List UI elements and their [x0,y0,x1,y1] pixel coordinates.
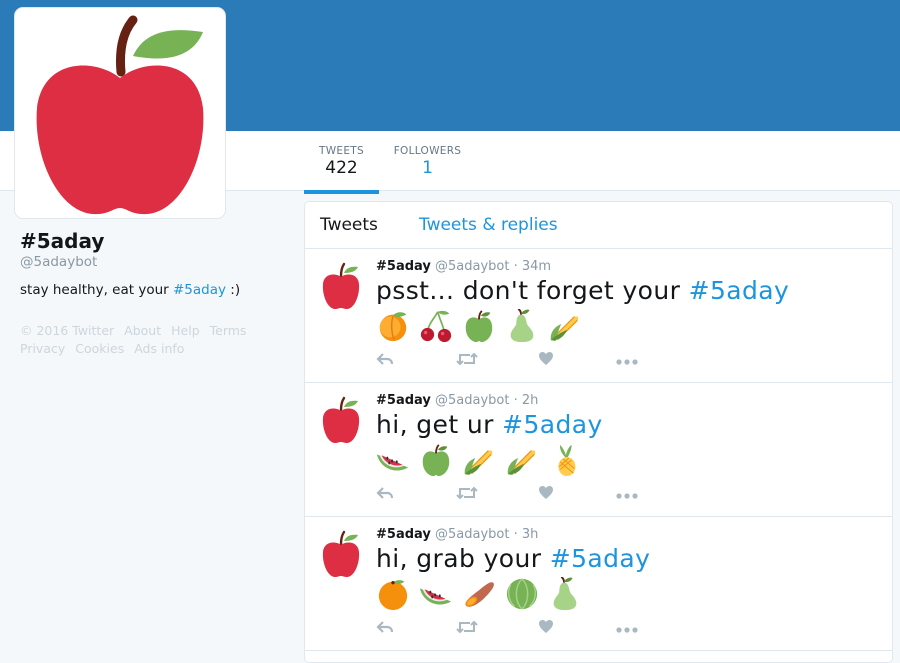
nav-followers[interactable]: FOLLOWERS 1 [390,145,465,178]
profile-name[interactable]: #5aday [20,229,290,253]
pear-icon [548,576,582,611]
nav-tweets-label: TWEETS [319,145,364,157]
tweet-author-handle[interactable]: @5adaybot [435,259,509,274]
like-icon[interactable] [538,485,562,505]
footer-links: © 2016 Twitter About Help Terms Privacy Cook… [20,322,290,358]
nav-followers-label: FOLLOWERS [393,145,462,157]
tweet-text: hi, grab your #5aday [376,544,882,573]
tweet[interactable]: #5aday @5adaybot · 34m psst... don't forg… [305,249,892,383]
reply-icon[interactable] [376,351,400,371]
tweet-author-handle[interactable]: @5adaybot [435,393,509,408]
footer-cookies-link[interactable]: Cookies [75,341,124,356]
like-icon[interactable] [538,351,562,371]
tweet-text-body: psst... don't forget your [376,276,689,305]
tweet-text-body: hi, get ur [376,410,503,439]
tweet-text-body: hi, grab your [376,544,550,573]
pineapple-icon [548,443,582,477]
tweet[interactable]: #5aday @5adaybot · 2h hi, get ur #5aday [305,383,892,517]
footer-terms-link[interactable]: Terms [210,323,247,338]
retweet-icon[interactable] [456,619,480,639]
tweet-emoji-row [376,443,882,477]
tweet-author-name[interactable]: #5aday [376,527,431,542]
tab-tweets[interactable]: Tweets [320,215,378,235]
corn-icon [505,443,539,477]
green-apple-icon [462,309,496,343]
watermelon-icon [419,577,453,611]
reply-icon[interactable] [376,619,400,639]
tweet-author-name[interactable]: #5aday [376,259,431,274]
nav-tweets[interactable]: TWEETS 422 [304,145,379,194]
timeline-tabs: Tweets Tweets & replies [305,202,892,249]
nav-tweets-count: 422 [325,158,358,178]
bio-suffix: :) [226,282,241,298]
profile-card: #5aday @5adaybot stay healthy, eat your … [20,229,290,298]
tweet-header: #5aday @5adaybot · 2h [376,393,882,408]
tweet-hashtag-link[interactable]: #5aday [502,410,603,439]
footer-ads-info-link[interactable]: Ads info [134,341,184,356]
more-icon[interactable] [616,485,640,505]
profile-avatar[interactable] [15,8,225,218]
tweet-timestamp[interactable]: · 2h [514,393,539,408]
footer-copyright: © 2016 Twitter [20,323,115,338]
tweet-body: #5aday @5adaybot · 2h hi, get ur #5aday [376,393,882,500]
tweet-hashtag-link[interactable]: #5aday [550,544,651,573]
tweet-actions [376,351,676,371]
more-icon[interactable] [616,351,640,371]
tweet-text: psst... don't forget your #5aday [376,276,882,305]
like-icon[interactable] [538,619,562,639]
red-apple-icon [36,15,204,215]
tweet-avatar[interactable] [319,262,363,312]
watermelon-icon [376,443,410,477]
corn-icon [548,309,582,343]
tweet-body: #5aday @5adaybot · 34m psst... don't forg… [376,259,882,366]
profile-bio: stay healthy, eat your #5aday :) [20,282,290,298]
timeline: Tweets Tweets & replies #5aday @5adaybot… [304,201,893,663]
retweet-icon[interactable] [456,351,480,371]
cherries-icon [419,309,453,343]
more-icon[interactable] [616,619,640,639]
corn-icon [462,443,496,477]
tweet-header: #5aday @5adaybot · 34m [376,259,882,274]
tweet-hashtag-link[interactable]: #5aday [689,276,790,305]
nav-followers-count: 1 [422,158,433,178]
tweet-text: hi, get ur #5aday [376,410,882,439]
tweet-author-name[interactable]: #5aday [376,393,431,408]
orange-icon [376,577,410,611]
peach-icon [376,309,410,343]
red-apple-icon [319,396,363,450]
retweet-icon[interactable] [456,485,480,505]
tweet-author-handle[interactable]: @5adaybot [435,527,509,542]
pear-icon [505,308,539,343]
green-apple-icon [419,443,453,477]
tweet-actions [376,619,676,639]
red-apple-icon [319,262,363,316]
tweet-timestamp[interactable]: · 3h [514,527,539,542]
footer-about-link[interactable]: About [124,323,161,338]
tweet-emoji-row [376,576,882,611]
tweet-header: #5aday @5adaybot · 3h [376,527,882,542]
tweet[interactable]: #5aday @5adaybot · 3h hi, grab your #5ada… [305,517,892,651]
profile-handle[interactable]: @5adaybot [20,254,290,270]
tweet-avatar[interactable] [319,530,363,580]
footer-help-link[interactable]: Help [171,323,200,338]
red-apple-icon [319,530,363,584]
tweet-emoji-row [376,308,882,343]
sweet-potato-icon [462,577,496,611]
bio-text: stay healthy, eat your [20,282,173,298]
tweet-actions [376,485,676,505]
footer-privacy-link[interactable]: Privacy [20,341,65,356]
bio-hashtag-link[interactable]: #5aday [173,282,226,298]
tweet-body: #5aday @5adaybot · 3h hi, grab your #5ada… [376,527,882,634]
tweet-avatar[interactable] [319,396,363,446]
tweet-timestamp[interactable]: · 34m [514,259,551,274]
tweet-list: #5aday @5adaybot · 34m psst... don't forg… [305,249,892,651]
melon-icon [505,577,539,611]
tab-tweets-and-replies[interactable]: Tweets & replies [419,215,558,235]
reply-icon[interactable] [376,485,400,505]
